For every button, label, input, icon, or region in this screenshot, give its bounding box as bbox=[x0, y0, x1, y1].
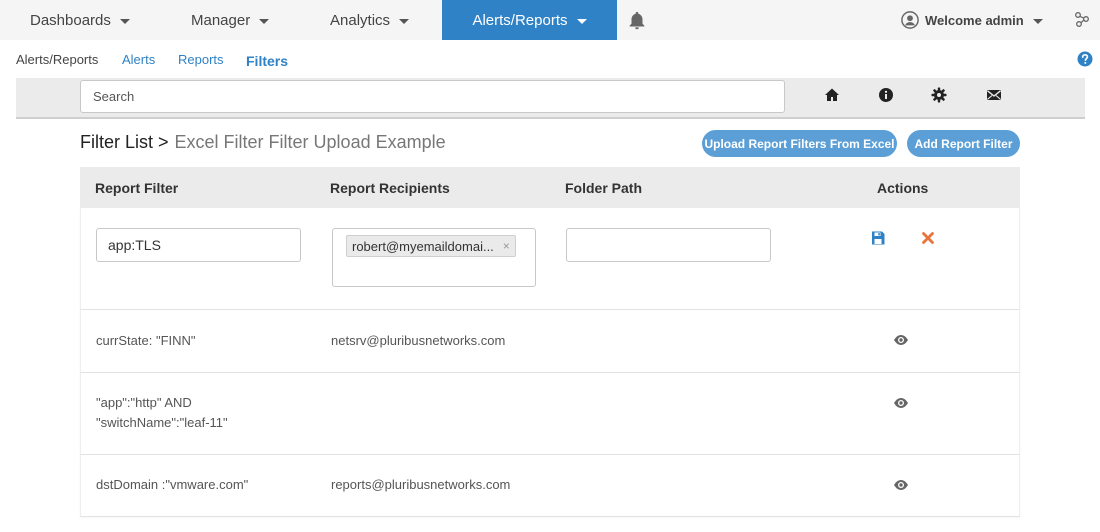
report-filter-cell: dstDomain :"vmware.com" bbox=[96, 477, 249, 492]
recipient-tag-label: robert@myemaildomai... bbox=[352, 238, 494, 254]
recipient-tag: robert@myemaildomai... × bbox=[346, 235, 516, 257]
view-eye-icon[interactable] bbox=[893, 332, 909, 348]
search-toolbar bbox=[16, 78, 1085, 119]
bell-icon[interactable] bbox=[626, 10, 648, 32]
nav-manager[interactable]: Manager bbox=[191, 0, 270, 40]
nav-alerts-reports-label: Alerts/Reports bbox=[472, 11, 568, 29]
tab-reports[interactable]: Reports bbox=[178, 52, 224, 67]
report-recipients-cell: netsrv@pluribusnetworks.com bbox=[331, 333, 506, 348]
chevron-down-icon bbox=[399, 18, 410, 24]
report-filter-cell-line1: "app":"http" AND bbox=[96, 395, 192, 410]
cancel-icon[interactable] bbox=[920, 230, 936, 246]
top-navbar: Dashboards Manager Analytics Alerts/Repo… bbox=[0, 0, 1100, 40]
save-icon[interactable] bbox=[870, 230, 886, 246]
nav-dashboards[interactable]: Dashboards bbox=[30, 0, 130, 40]
info-icon[interactable] bbox=[878, 87, 894, 103]
help-icon[interactable] bbox=[1077, 51, 1093, 67]
view-eye-icon[interactable] bbox=[893, 395, 909, 411]
table-header: Report Filter Report Recipients Folder P… bbox=[80, 167, 1020, 208]
upload-report-filters-button[interactable]: Upload Report Filters From Excel bbox=[702, 130, 897, 157]
column-header-actions: Actions bbox=[877, 180, 929, 196]
nav-analytics-label: Analytics bbox=[330, 11, 391, 29]
breadcrumb-alerts-reports[interactable]: Alerts/Reports bbox=[16, 52, 98, 67]
chevron-down-icon bbox=[259, 18, 270, 24]
table-row: "app":"http" AND "switchName":"leaf-11" bbox=[80, 373, 1020, 455]
table-row-edit: robert@myemaildomai... × bbox=[80, 208, 1020, 310]
table-row: currState: "FINN" netsrv@pluribusnetwork… bbox=[80, 310, 1020, 373]
nav-analytics[interactable]: Analytics bbox=[330, 0, 410, 40]
report-filter-cell: currState: "FINN" bbox=[96, 333, 196, 348]
report-filter-input[interactable] bbox=[96, 228, 301, 262]
gear-icon[interactable] bbox=[931, 87, 947, 103]
tab-alerts[interactable]: Alerts bbox=[122, 52, 155, 67]
column-header-report-filter: Report Filter bbox=[95, 180, 179, 196]
user-avatar-icon bbox=[901, 11, 919, 29]
tab-filters[interactable]: Filters bbox=[246, 53, 288, 69]
remove-tag-icon[interactable]: × bbox=[503, 239, 510, 253]
user-menu[interactable]: Welcome admin bbox=[901, 0, 1043, 40]
page-title-main: Filter List > bbox=[80, 132, 169, 152]
nav-dashboards-label: Dashboards bbox=[30, 11, 111, 29]
report-filter-cell-line2: "switchName":"leaf-11" bbox=[96, 415, 228, 430]
network-icon[interactable] bbox=[1074, 11, 1090, 27]
report-recipients-cell: reports@pluribusnetworks.com bbox=[331, 477, 511, 492]
report-recipients-input[interactable]: robert@myemaildomai... × bbox=[332, 228, 536, 287]
chevron-down-icon bbox=[119, 18, 130, 24]
add-report-filter-button[interactable]: Add Report Filter bbox=[907, 130, 1020, 157]
page-title: Filter List > Excel Filter Filter Upload … bbox=[80, 132, 446, 153]
chevron-down-icon bbox=[1032, 18, 1043, 24]
home-icon[interactable] bbox=[824, 87, 840, 103]
column-header-report-recipients: Report Recipients bbox=[330, 180, 450, 196]
search-input[interactable] bbox=[80, 80, 785, 113]
table-row: dstDomain :"vmware.com" reports@pluribus… bbox=[80, 455, 1020, 517]
user-greeting: Welcome admin bbox=[925, 12, 1024, 28]
folder-path-input[interactable] bbox=[566, 228, 771, 262]
chevron-down-icon bbox=[576, 18, 587, 24]
view-eye-icon[interactable] bbox=[893, 477, 909, 493]
nav-alerts-reports[interactable]: Alerts/Reports bbox=[442, 0, 617, 40]
nav-manager-label: Manager bbox=[191, 11, 251, 29]
column-header-folder-path: Folder Path bbox=[565, 180, 643, 196]
page-title-sub: Excel Filter Filter Upload Example bbox=[174, 132, 446, 152]
envelope-icon[interactable] bbox=[986, 87, 1002, 103]
